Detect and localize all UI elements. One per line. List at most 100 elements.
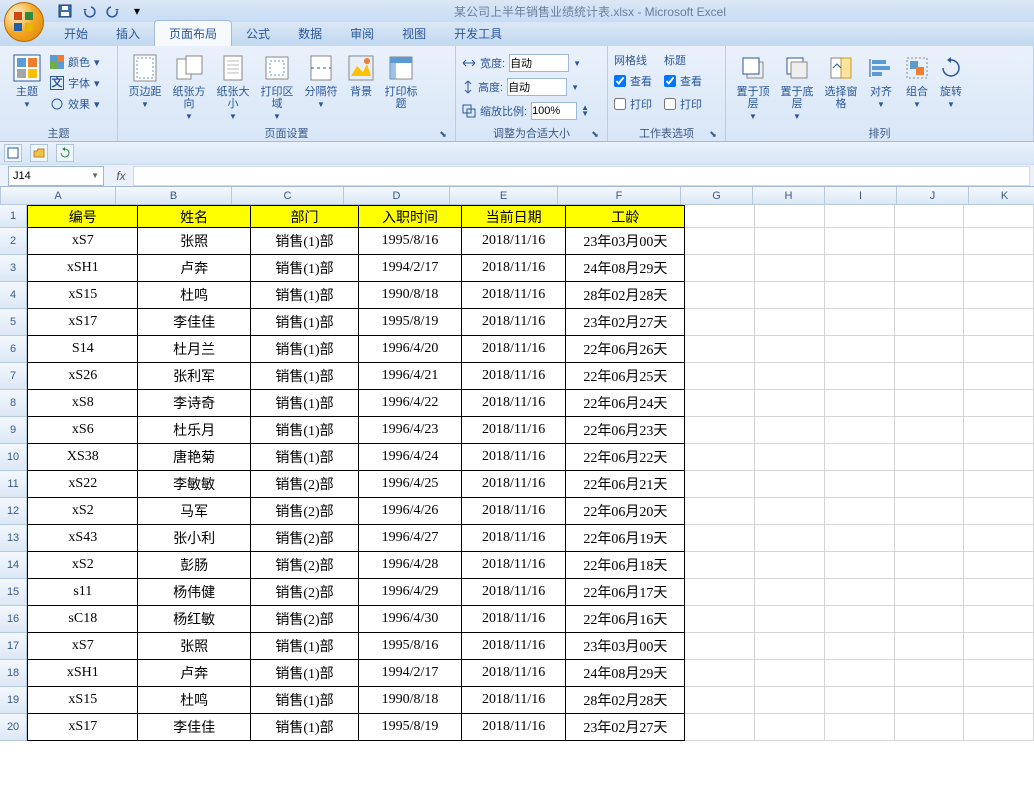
empty-cell[interactable] [825, 255, 895, 282]
table-cell[interactable]: 1990/8/18 [359, 687, 462, 714]
table-cell[interactable]: S14 [27, 336, 138, 363]
empty-cell[interactable] [825, 417, 895, 444]
table-cell[interactable]: 22年06月22天 [566, 444, 685, 471]
row-header[interactable]: 5 [0, 309, 27, 336]
empty-cell[interactable] [685, 390, 755, 417]
empty-cell[interactable] [895, 687, 965, 714]
table-cell[interactable]: 张照 [138, 633, 250, 660]
align-button[interactable]: 对齐▼ [864, 48, 898, 109]
table-cell[interactable]: 销售(2)部 [251, 579, 359, 606]
empty-cell[interactable] [895, 228, 965, 255]
table-cell[interactable]: 23年02月27天 [566, 309, 685, 336]
empty-cell[interactable] [685, 282, 755, 309]
empty-cell[interactable] [964, 444, 1034, 471]
column-header[interactable]: F [558, 187, 681, 204]
background-button[interactable]: 背景 [344, 48, 378, 98]
headings-view-checkbox[interactable]: 查看 [664, 73, 702, 89]
table-cell[interactable]: 1996/4/26 [359, 498, 462, 525]
tab-视图[interactable]: 视图 [388, 21, 440, 46]
table-cell[interactable]: 2018/11/16 [462, 417, 567, 444]
column-header[interactable]: C [232, 187, 344, 204]
table-cell[interactable]: 1996/4/29 [359, 579, 462, 606]
empty-cell[interactable] [755, 255, 825, 282]
table-cell[interactable]: 2018/11/16 [462, 282, 567, 309]
table-header-cell[interactable]: 部门 [251, 205, 359, 228]
height-input[interactable] [507, 78, 567, 96]
empty-cell[interactable] [755, 390, 825, 417]
row-header[interactable]: 15 [0, 579, 27, 606]
table-cell[interactable]: 1995/8/19 [359, 309, 462, 336]
table-cell[interactable]: 1994/2/17 [359, 255, 462, 282]
table-cell[interactable]: 销售(1)部 [251, 633, 359, 660]
empty-cell[interactable] [825, 363, 895, 390]
table-cell[interactable]: 23年03月00天 [566, 228, 685, 255]
row-header[interactable]: 8 [0, 390, 27, 417]
empty-cell[interactable] [964, 282, 1034, 309]
spreadsheet-grid[interactable]: ABCDEFGHIJK 1编号姓名部门入职时间当前日期工龄2xS7张照销售(1)… [0, 187, 1034, 785]
empty-cell[interactable] [895, 498, 965, 525]
breaks-button[interactable]: 分隔符▼ [300, 48, 342, 109]
empty-cell[interactable] [685, 309, 755, 336]
rotate-button[interactable]: 旋转▼ [936, 48, 966, 109]
empty-cell[interactable] [755, 606, 825, 633]
row-header[interactable]: 14 [0, 552, 27, 579]
empty-cell[interactable] [964, 579, 1034, 606]
empty-cell[interactable] [685, 714, 755, 741]
empty-cell[interactable] [964, 525, 1034, 552]
empty-cell[interactable] [825, 336, 895, 363]
empty-cell[interactable] [964, 687, 1034, 714]
empty-cell[interactable] [755, 552, 825, 579]
table-cell[interactable]: xS17 [27, 714, 138, 741]
empty-cell[interactable] [895, 309, 965, 336]
column-header[interactable]: K [969, 187, 1034, 204]
empty-cell[interactable] [755, 498, 825, 525]
empty-cell[interactable] [685, 687, 755, 714]
tab-开发工具[interactable]: 开发工具 [440, 21, 516, 46]
empty-cell[interactable] [964, 552, 1034, 579]
table-cell[interactable]: 卢奔 [138, 255, 250, 282]
empty-cell[interactable] [895, 363, 965, 390]
table-cell[interactable]: xS22 [27, 471, 138, 498]
table-cell[interactable]: 1996/4/25 [359, 471, 462, 498]
table-cell[interactable]: 1996/4/21 [359, 363, 462, 390]
empty-cell[interactable] [755, 336, 825, 363]
empty-cell[interactable] [755, 205, 825, 228]
table-cell[interactable]: 销售(1)部 [251, 714, 359, 741]
table-cell[interactable]: 1990/8/18 [359, 282, 462, 309]
table-cell[interactable]: 24年08月29天 [566, 660, 685, 687]
empty-cell[interactable] [685, 417, 755, 444]
empty-cell[interactable] [825, 552, 895, 579]
undo-icon[interactable] [80, 2, 98, 20]
table-cell[interactable]: 2018/11/16 [462, 228, 567, 255]
row-header[interactable]: 10 [0, 444, 27, 471]
table-cell[interactable]: 23年02月27天 [566, 714, 685, 741]
table-header-cell[interactable]: 编号 [27, 205, 138, 228]
column-header[interactable]: D [344, 187, 450, 204]
empty-cell[interactable] [895, 579, 965, 606]
empty-cell[interactable] [685, 606, 755, 633]
table-cell[interactable]: 2018/11/16 [462, 525, 567, 552]
table-cell[interactable]: 1995/8/19 [359, 714, 462, 741]
empty-cell[interactable] [895, 471, 965, 498]
table-cell[interactable]: 李敏敏 [138, 471, 250, 498]
empty-cell[interactable] [964, 606, 1034, 633]
table-cell[interactable]: 销售(1)部 [251, 228, 359, 255]
tab-页面布局[interactable]: 页面布局 [154, 20, 232, 46]
empty-cell[interactable] [825, 660, 895, 687]
table-cell[interactable]: 销售(2)部 [251, 498, 359, 525]
empty-cell[interactable] [895, 390, 965, 417]
table-cell[interactable]: xS7 [27, 633, 138, 660]
row-header[interactable]: 7 [0, 363, 27, 390]
tab-插入[interactable]: 插入 [102, 21, 154, 46]
row-header[interactable]: 12 [0, 498, 27, 525]
name-box[interactable]: J14▼ [8, 166, 104, 186]
empty-cell[interactable] [895, 633, 965, 660]
empty-cell[interactable] [895, 660, 965, 687]
empty-cell[interactable] [825, 606, 895, 633]
table-cell[interactable]: 2018/11/16 [462, 606, 567, 633]
table-cell[interactable]: 2018/11/16 [462, 552, 567, 579]
row-header[interactable]: 3 [0, 255, 27, 282]
table-cell[interactable]: 销售(1)部 [251, 363, 359, 390]
table-cell[interactable]: xS43 [27, 525, 138, 552]
empty-cell[interactable] [895, 205, 965, 228]
